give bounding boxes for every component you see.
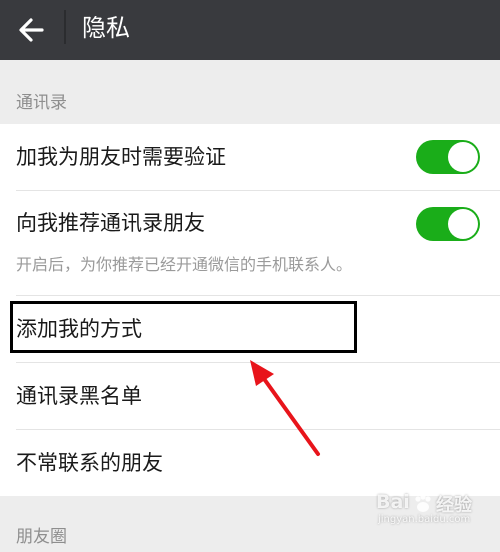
- section-header-moments: 朋友圈: [16, 527, 67, 547]
- title-divider: [64, 10, 66, 44]
- page-title: 隐私: [82, 14, 130, 42]
- setting-description: 开启后，为你推荐已经开通微信的手机联系人。: [16, 255, 353, 274]
- setting-row-add-me-methods[interactable]: 添加我的方式: [0, 296, 500, 362]
- friend-verification-toggle[interactable]: [416, 140, 480, 174]
- setting-label: 不常联系的朋友: [16, 451, 163, 475]
- recommend-contacts-toggle[interactable]: [416, 207, 480, 241]
- setting-label: 加我为朋友时需要验证: [16, 145, 226, 169]
- setting-label: 添加我的方式: [16, 317, 142, 341]
- setting-label: 向我推荐通讯录朋友: [16, 211, 205, 235]
- paw-icon: [415, 494, 431, 512]
- setting-row-infrequent-friends[interactable]: 不常联系的朋友: [0, 430, 500, 496]
- baidu-jingyan-watermark: Bai 经验 jingyan.baidu.com: [374, 491, 494, 529]
- setting-row-contacts-blacklist[interactable]: 通讯录黑名单: [0, 363, 500, 429]
- toggle-knob: [448, 209, 478, 239]
- title-bar: 隐私: [0, 0, 500, 60]
- watermark-domain: jingyan.baidu.com: [378, 514, 471, 525]
- contacts-settings-group: 加我为朋友时需要验证 向我推荐通讯录朋友 开启后，为你推荐已经开通微信的手机联系…: [0, 124, 500, 496]
- section-header-contacts: 通讯录: [16, 93, 67, 113]
- toggle-knob: [448, 142, 478, 172]
- setting-row-friend-verification: 加我为朋友时需要验证: [0, 124, 500, 190]
- setting-row-recommend-contacts: 向我推荐通讯录朋友 开启后，为你推荐已经开通微信的手机联系人。: [0, 191, 500, 295]
- arrow-left-icon: [19, 18, 44, 42]
- setting-label: 通讯录黑名单: [16, 384, 142, 408]
- back-button[interactable]: [12, 10, 52, 50]
